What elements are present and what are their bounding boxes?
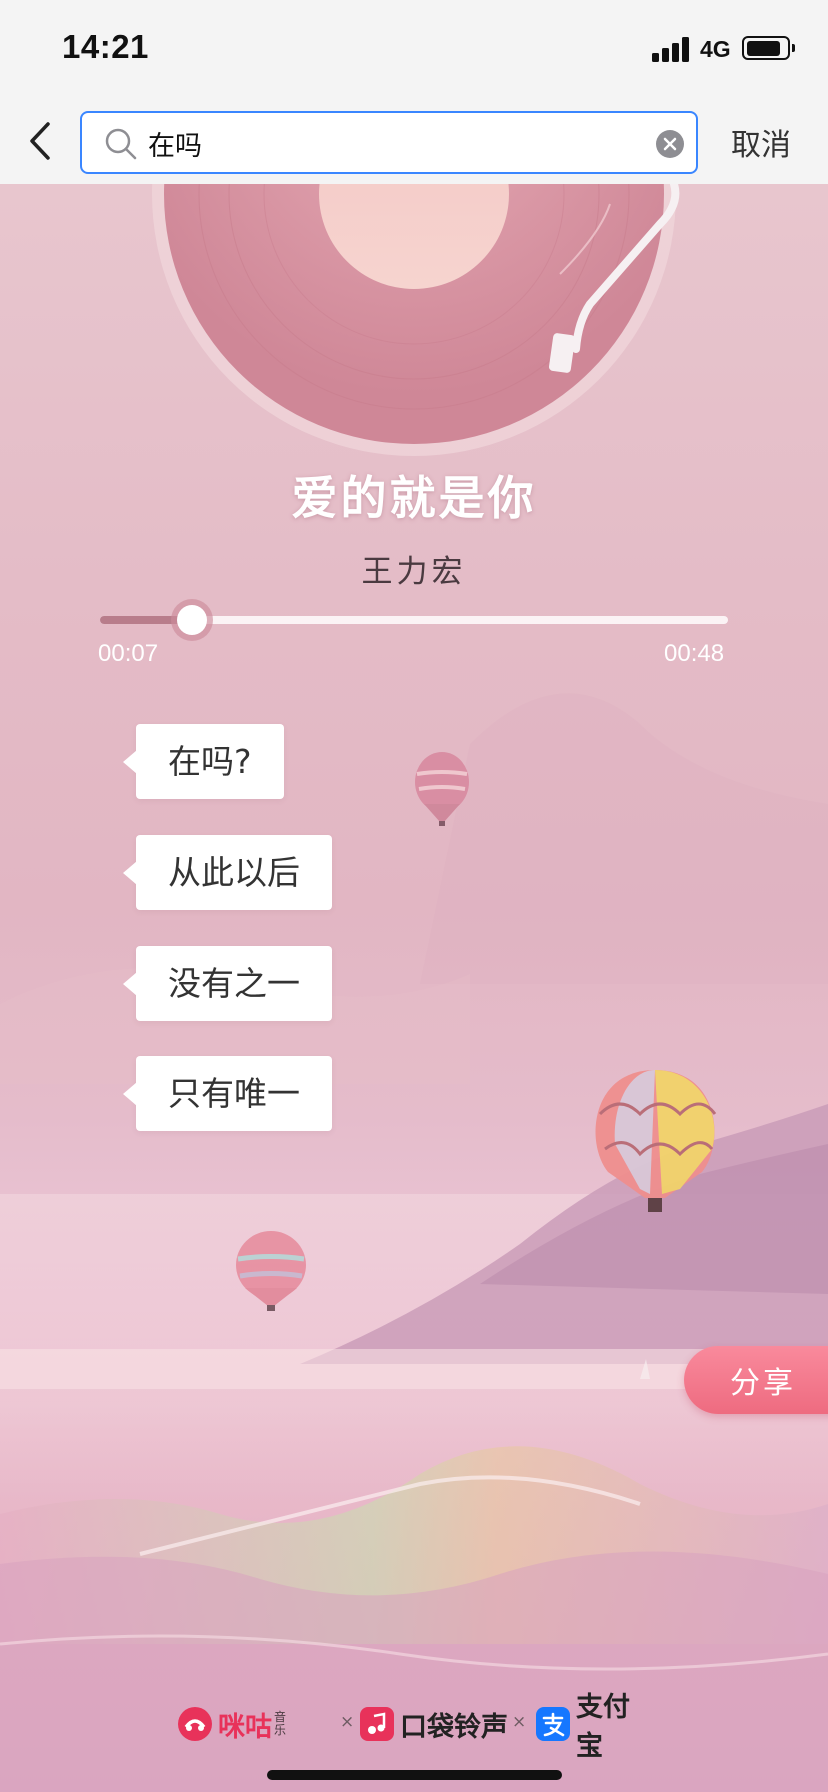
progress-slider[interactable]	[100, 605, 728, 635]
partner-migu: 咪咕 音乐	[178, 1704, 288, 1744]
progress-thumb[interactable]	[176, 605, 207, 635]
search-bar: 取消	[0, 100, 828, 184]
migu-logo-icon	[178, 1707, 212, 1741]
status-bar: 14:21 4G	[0, 0, 828, 100]
cancel-button[interactable]: 取消	[731, 120, 791, 164]
partner-sub: 音乐	[274, 1710, 287, 1737]
partner-koudai: 口袋铃声	[360, 1704, 508, 1744]
music-note-icon	[360, 1707, 394, 1741]
search-input[interactable]	[148, 121, 628, 165]
partner-separator: ×	[340, 1712, 355, 1732]
song-card: 爱的就是你 王力宏 00:07 00:48 在吗? 从此以后 没有之一 只有唯一…	[0, 184, 828, 1792]
lyric-bubble: 只有唯一	[123, 1056, 332, 1131]
close-icon	[663, 137, 677, 151]
partner-alipay: 支付宝	[536, 1692, 650, 1762]
share-button[interactable]: 分享	[684, 1346, 828, 1414]
lyric-bubble: 在吗?	[123, 724, 284, 799]
signal-icon	[652, 36, 692, 62]
partner-bar: 咪咕 音乐 × 口袋铃声 × 支付宝	[178, 1692, 650, 1762]
back-button[interactable]	[22, 116, 62, 166]
alipay-logo-icon	[536, 1707, 570, 1741]
status-time: 14:21	[62, 28, 149, 65]
search-icon	[105, 128, 137, 160]
search-box[interactable]	[80, 111, 698, 174]
network-label: 4G	[700, 36, 731, 62]
lyric-bubble: 没有之一	[123, 946, 332, 1021]
time-total: 00:48	[664, 640, 725, 667]
partner-separator: ×	[512, 1712, 527, 1732]
chevron-left-icon	[30, 122, 50, 160]
song-title: 爱的就是你	[291, 471, 537, 525]
time-elapsed: 00:07	[98, 640, 159, 667]
lyric-bubble: 从此以后	[123, 835, 332, 910]
battery-icon	[742, 36, 795, 60]
partner-name: 支付宝	[576, 1692, 630, 1762]
partner-name: 口袋铃声	[400, 1711, 508, 1743]
partner-name: 咪咕	[218, 1711, 272, 1743]
clear-button[interactable]	[656, 130, 684, 158]
song-artist: 王力宏	[361, 554, 467, 590]
home-indicator	[267, 1770, 562, 1780]
